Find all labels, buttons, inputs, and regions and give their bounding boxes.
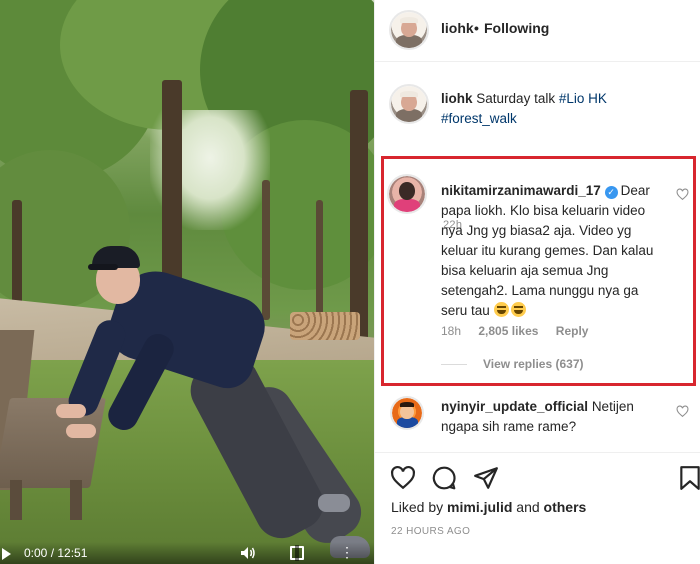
bench-leg bbox=[70, 480, 82, 520]
comment-bubble-icon[interactable] bbox=[431, 465, 457, 491]
comment-username[interactable]: nyinyir_update_official bbox=[441, 399, 588, 414]
more-options-icon[interactable]: ⋮ bbox=[340, 544, 354, 561]
comment-text: nyinyir_update_official Netijen ngapa si… bbox=[441, 397, 667, 437]
liked-by-user[interactable]: mimi.julid bbox=[447, 499, 512, 515]
current-time: 0:00 bbox=[24, 546, 48, 560]
fullscreen-icon[interactable] bbox=[290, 545, 304, 561]
liked-by-others[interactable]: others bbox=[544, 499, 587, 515]
hashtag-link[interactable]: #Lio HK bbox=[559, 91, 607, 106]
follow-status-button[interactable]: Following bbox=[484, 20, 549, 36]
hashtag-link[interactable]: #forest_walk bbox=[441, 111, 517, 126]
tree-trunk bbox=[316, 200, 323, 320]
caption-body: Saturday talk bbox=[476, 91, 556, 106]
person-shoe bbox=[318, 494, 350, 512]
caption-username[interactable]: liohk bbox=[441, 91, 473, 106]
liked-by-text: Liked by mimi.julid and others bbox=[391, 499, 586, 515]
log-pile bbox=[290, 312, 360, 340]
liked-by-prefix: Liked by bbox=[391, 499, 444, 515]
time-separator: / bbox=[47, 546, 58, 560]
actions-divider bbox=[375, 452, 700, 453]
commenter-avatar[interactable] bbox=[390, 396, 424, 430]
like-comment-heart-icon[interactable] bbox=[676, 405, 689, 418]
header-username[interactable]: liohk bbox=[441, 20, 474, 36]
caption-avatar[interactable] bbox=[389, 84, 429, 124]
volume-icon[interactable] bbox=[240, 546, 256, 560]
bookmark-icon[interactable] bbox=[677, 465, 700, 491]
like-heart-icon[interactable] bbox=[390, 465, 416, 491]
play-icon[interactable] bbox=[2, 548, 11, 560]
share-icon[interactable] bbox=[473, 465, 499, 491]
person-hand bbox=[56, 404, 86, 418]
video-controls: 0:00 / 12:51 ⋮ bbox=[0, 542, 374, 564]
bench-leg bbox=[10, 480, 22, 520]
header-separator: • bbox=[474, 20, 479, 36]
video-player[interactable]: 0:00 / 12:51 ⋮ bbox=[0, 0, 374, 564]
tree-trunk bbox=[12, 200, 22, 310]
person-cap-brim bbox=[88, 264, 118, 270]
person-hand bbox=[66, 424, 96, 438]
post-header: liohk • Following bbox=[375, 0, 700, 62]
caption-text: liohk Saturday talk #Lio HK #forest_walk bbox=[441, 89, 681, 129]
duration: 12:51 bbox=[57, 546, 88, 560]
video-time: 0:00 / 12:51 bbox=[24, 546, 87, 560]
highlight-box bbox=[381, 156, 696, 386]
post-timestamp[interactable]: 22 HOURS AGO bbox=[391, 526, 470, 537]
avatar[interactable] bbox=[389, 10, 429, 50]
liked-by-and: and bbox=[516, 499, 540, 515]
tree-trunk bbox=[262, 180, 270, 320]
tree-trunk bbox=[350, 90, 368, 340]
